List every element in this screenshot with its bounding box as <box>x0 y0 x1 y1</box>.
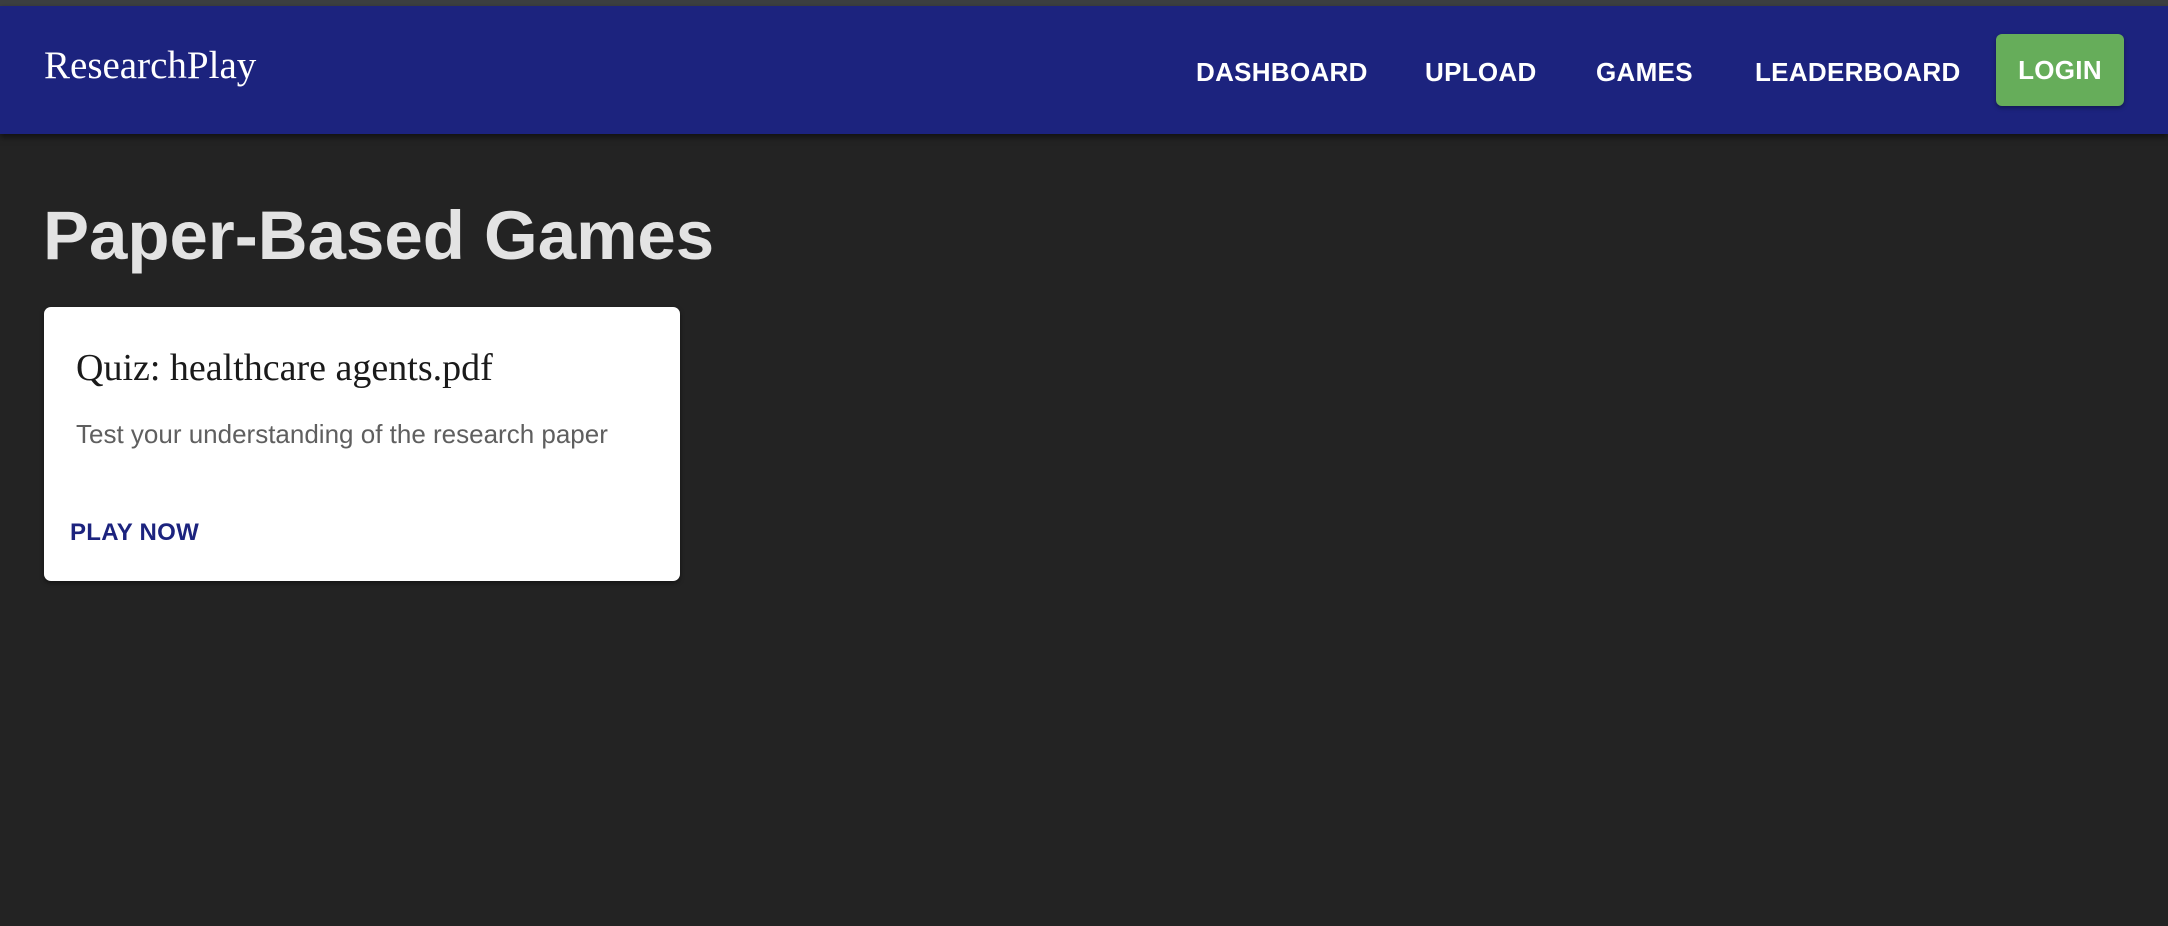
login-button[interactable]: LOGIN <box>1996 34 2124 106</box>
game-card-title: Quiz: healthcare agents.pdf <box>76 347 493 389</box>
page-title: Paper-Based Games <box>43 197 715 274</box>
game-card-description: Test your understanding of the research … <box>76 419 608 449</box>
play-now-button[interactable]: PLAY NOW <box>70 521 199 545</box>
app-bar: ResearchPlay DASHBOARD UPLOAD GAMES LEAD… <box>0 6 2168 134</box>
game-card: Quiz: healthcare agents.pdf Test your un… <box>44 307 680 581</box>
nav-leaderboard[interactable]: LEADERBOARD <box>1755 59 1961 85</box>
brand-logo[interactable]: ResearchPlay <box>44 46 256 85</box>
nav-games[interactable]: GAMES <box>1596 59 1693 85</box>
nav-dashboard[interactable]: DASHBOARD <box>1196 59 1368 85</box>
nav-upload[interactable]: UPLOAD <box>1425 59 1537 85</box>
